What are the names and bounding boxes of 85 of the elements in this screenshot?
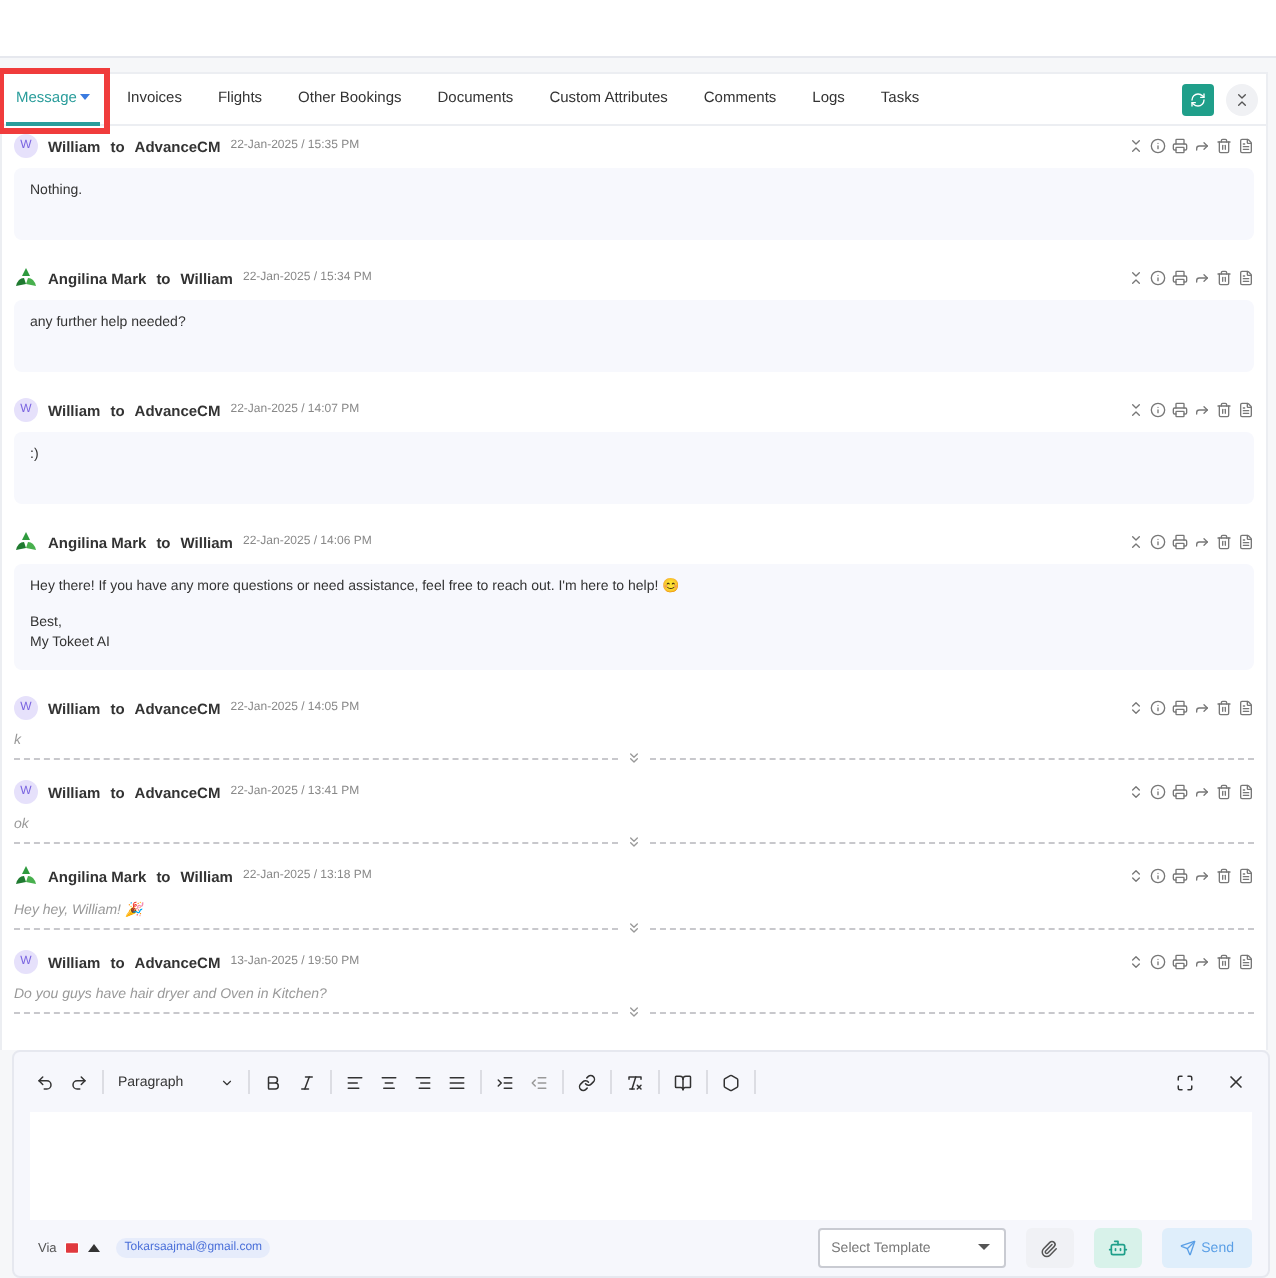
info-icon[interactable]: [1150, 534, 1166, 550]
outdent-icon: [530, 1073, 548, 1091]
forward-icon[interactable]: [1194, 700, 1210, 716]
delete-icon[interactable]: [1216, 954, 1232, 970]
close-icon: [1226, 1072, 1246, 1092]
italic-icon: [298, 1073, 316, 1091]
print-icon[interactable]: [1172, 270, 1188, 286]
hexagon-icon: [722, 1073, 740, 1091]
collapse-icon[interactable]: [1128, 138, 1144, 154]
refresh-icon: [1190, 91, 1206, 107]
caret-up-icon[interactable]: [88, 1244, 101, 1252]
expand-icon[interactable]: [1128, 784, 1144, 800]
delete-icon[interactable]: [1216, 534, 1232, 550]
file-icon[interactable]: [1238, 138, 1254, 154]
align-center-icon: [380, 1073, 398, 1091]
expand-chevron-icon[interactable]: [626, 834, 642, 850]
forward-icon[interactable]: [1194, 402, 1210, 418]
delete-icon[interactable]: [1216, 700, 1232, 716]
info-icon[interactable]: [1150, 138, 1166, 154]
collapse-all-button[interactable]: [1226, 83, 1258, 115]
file-icon[interactable]: [1238, 402, 1254, 418]
delete-icon[interactable]: [1216, 270, 1232, 286]
collapse-icon: [1234, 91, 1250, 107]
refresh-button[interactable]: [1182, 83, 1214, 115]
expand-chevron-icon[interactable]: [626, 1004, 642, 1020]
delete-icon[interactable]: [1216, 784, 1232, 800]
robot-icon: [1107, 1238, 1128, 1258]
expand-chevron-icon[interactable]: [626, 920, 642, 936]
caret-icon: [977, 1244, 990, 1252]
book-icon: [674, 1073, 692, 1091]
info-icon[interactable]: [1150, 402, 1166, 418]
fullscreen-icon: [1176, 1073, 1194, 1091]
print-icon[interactable]: [1172, 700, 1188, 716]
print-icon[interactable]: [1172, 534, 1188, 550]
send-icon: [1179, 1240, 1196, 1256]
leaf-logo-icon: [14, 530, 38, 554]
expand-icon[interactable]: [1128, 954, 1144, 970]
print-icon[interactable]: [1172, 784, 1188, 800]
file-icon[interactable]: [1238, 700, 1254, 716]
file-icon[interactable]: [1238, 954, 1254, 970]
caret-icon: [80, 93, 91, 101]
info-icon[interactable]: [1150, 270, 1166, 286]
clear-format-icon: [626, 1073, 644, 1091]
ai-button[interactable]: [1093, 1228, 1142, 1268]
justify-icon: [448, 1073, 466, 1091]
indent-icon: [496, 1073, 514, 1091]
info-icon[interactable]: [1150, 954, 1166, 970]
forward-icon[interactable]: [1194, 534, 1210, 550]
file-icon[interactable]: [1238, 534, 1254, 550]
print-icon[interactable]: [1172, 138, 1188, 154]
align-left-icon: [346, 1073, 364, 1091]
highlight-frame: [0, 67, 111, 133]
forward-icon[interactable]: [1194, 784, 1210, 800]
align-right-icon: [414, 1073, 432, 1091]
paperclip-icon: [1040, 1239, 1059, 1257]
delete-icon[interactable]: [1216, 402, 1232, 418]
bold-icon: [264, 1073, 282, 1091]
info-icon[interactable]: [1150, 868, 1166, 884]
file-icon[interactable]: [1238, 868, 1254, 884]
forward-icon[interactable]: [1194, 954, 1210, 970]
collapse-icon[interactable]: [1128, 534, 1144, 550]
leaf-logo-icon: [14, 266, 38, 290]
info-icon[interactable]: [1150, 784, 1166, 800]
leaf-logo-icon: [14, 864, 38, 888]
collapse-icon[interactable]: [1128, 270, 1144, 286]
expand-icon[interactable]: [1128, 700, 1144, 716]
attach-button[interactable]: [1025, 1228, 1074, 1268]
collapse-icon[interactable]: [1128, 402, 1144, 418]
info-icon[interactable]: [1150, 700, 1166, 716]
print-icon[interactable]: [1172, 868, 1188, 884]
redo-icon: [70, 1073, 88, 1091]
undo-icon: [36, 1073, 54, 1091]
expand-icon[interactable]: [1128, 868, 1144, 884]
forward-icon[interactable]: [1194, 138, 1210, 154]
forward-icon[interactable]: [1194, 270, 1210, 286]
forward-icon[interactable]: [1194, 868, 1210, 884]
file-icon[interactable]: [1238, 270, 1254, 286]
link-icon: [578, 1073, 596, 1091]
delete-icon[interactable]: [1216, 868, 1232, 884]
print-icon[interactable]: [1172, 954, 1188, 970]
delete-icon[interactable]: [1216, 138, 1232, 154]
expand-chevron-icon[interactable]: [626, 750, 642, 766]
file-icon[interactable]: [1238, 784, 1254, 800]
chevron-down-icon: [220, 1075, 234, 1089]
print-icon[interactable]: [1172, 402, 1188, 418]
